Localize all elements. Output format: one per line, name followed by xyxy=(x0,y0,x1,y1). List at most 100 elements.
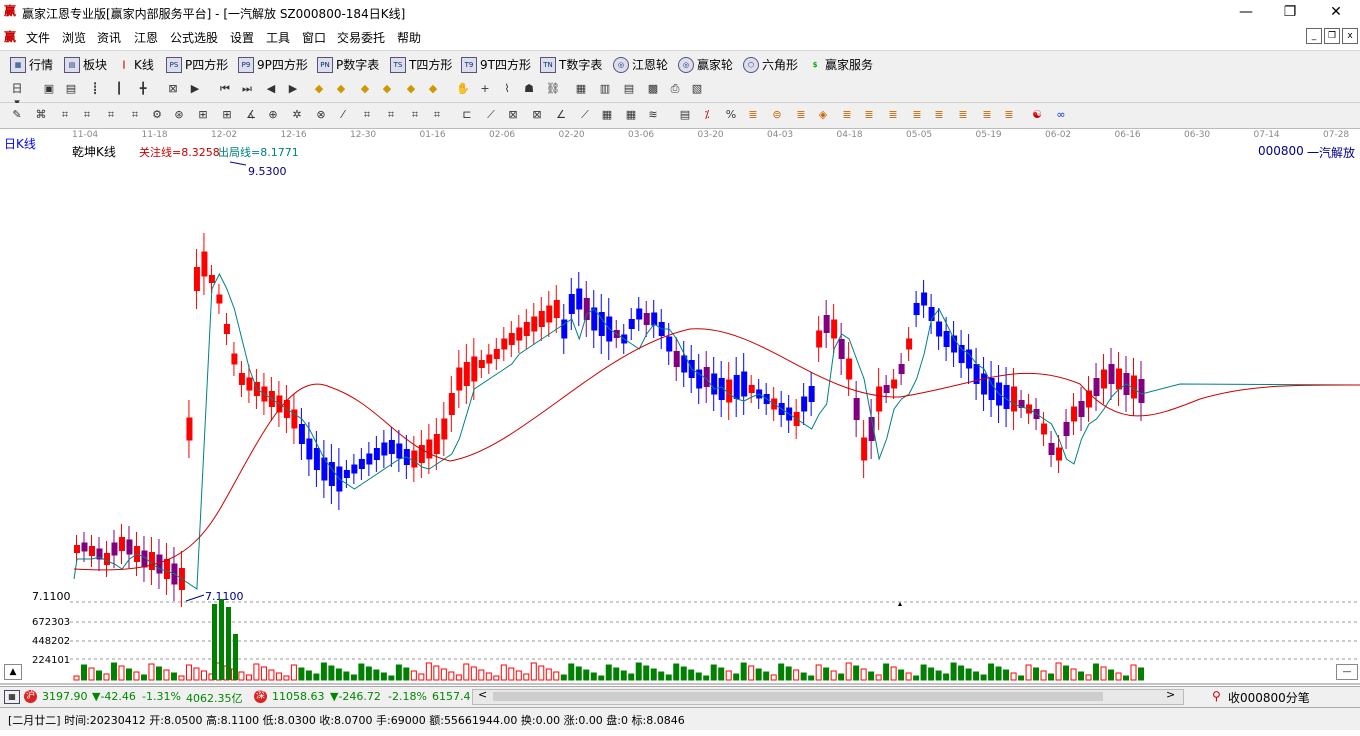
tool30-icon[interactable]: ≣ xyxy=(746,108,760,122)
diamond5-icon[interactable]: ◆ xyxy=(404,82,418,96)
tool1-icon[interactable]: ⌘ xyxy=(34,108,48,122)
kline-button[interactable]: ┃ K线 xyxy=(117,56,154,73)
tool37-icon[interactable]: ≣ xyxy=(910,108,924,122)
last-icon[interactable]: ⏭ xyxy=(240,82,254,96)
tool40-icon[interactable]: ≣ xyxy=(980,108,994,122)
tool18-icon[interactable]: ⌗ xyxy=(430,108,444,122)
taiji-icon[interactable]: ☯ xyxy=(1030,108,1044,122)
tool32-icon[interactable]: ≣ xyxy=(794,108,808,122)
print-icon[interactable]: ⎙ xyxy=(668,82,682,96)
candle1-icon[interactable]: ┋ xyxy=(88,82,102,96)
tool2-icon[interactable]: ⌗ xyxy=(58,108,72,122)
scroll-left-icon[interactable]: < xyxy=(478,688,487,701)
save-icon[interactable]: ▩ xyxy=(646,82,660,96)
tool4-icon[interactable]: ⌗ xyxy=(104,108,118,122)
first-icon[interactable]: ⏮ xyxy=(218,82,232,96)
tool20-icon[interactable]: ⟋ xyxy=(484,108,498,122)
winner-wheel-button[interactable]: ◎ 赢家轮 xyxy=(678,56,733,73)
diamond3-icon[interactable]: ◆ xyxy=(358,82,372,96)
candle3-icon[interactable]: ╋ xyxy=(136,82,150,96)
candle2-icon[interactable]: ┃ xyxy=(112,82,126,96)
diamond1-icon[interactable]: ◆ xyxy=(312,82,326,96)
tool29-icon[interactable]: ⁒ xyxy=(700,108,714,122)
tool12-icon[interactable]: ✲ xyxy=(290,108,304,122)
doc-icon[interactable]: ▤ xyxy=(64,82,78,96)
diamond4-icon[interactable]: ◆ xyxy=(380,82,394,96)
menu-settings[interactable]: 设置 xyxy=(230,29,254,46)
tool36-icon[interactable]: ≣ xyxy=(886,108,900,122)
tool13-icon[interactable]: ⊗ xyxy=(314,108,328,122)
mask-icon[interactable]: ☗ xyxy=(522,82,536,96)
tool33-icon[interactable]: ◈ xyxy=(816,108,830,122)
tool31-icon[interactable]: ⊜ xyxy=(770,108,784,122)
tool38-icon[interactable]: ≣ xyxy=(932,108,946,122)
quotes-button[interactable]: ▦ 行情 xyxy=(10,56,53,73)
calc-icon[interactable]: ▦ xyxy=(4,690,20,704)
menu-news[interactable]: 资讯 xyxy=(97,29,121,46)
calendar-icon[interactable]: ▦ xyxy=(574,82,588,96)
tool28-icon[interactable]: ▤ xyxy=(678,108,692,122)
export-icon[interactable]: ▧ xyxy=(690,82,704,96)
prev-icon[interactable]: ◀ xyxy=(264,82,278,96)
flag-icon[interactable]: ▶ xyxy=(188,82,202,96)
tool9-icon[interactable]: ⊞ xyxy=(220,108,234,122)
p-table-button[interactable]: PN P数字表 xyxy=(317,56,379,73)
tool19-icon[interactable]: ⊏ xyxy=(460,108,474,122)
menu-window[interactable]: 窗口 xyxy=(302,29,326,46)
tool8-icon[interactable]: ⊞ xyxy=(196,108,210,122)
tool23-icon[interactable]: ∠ xyxy=(554,108,568,122)
tool24-icon[interactable]: ⟋ xyxy=(578,108,592,122)
tool7-icon[interactable]: ⊛ xyxy=(172,108,186,122)
9t-square-button[interactable]: T9 9T四方形 xyxy=(461,56,531,73)
menu-browse[interactable]: 浏览 xyxy=(62,29,86,46)
scroll-right-icon[interactable]: > xyxy=(1166,688,1175,701)
kline-chart[interactable]: 11-04 11-18 12-02 12-16 12-30 01-16 02-06 02-20… xyxy=(0,129,1360,686)
menu-tools[interactable]: 工具 xyxy=(266,29,290,46)
tool3-icon[interactable]: ⌗ xyxy=(80,108,94,122)
ticks-label[interactable]: 收000800分笔 xyxy=(1228,689,1310,706)
chart-icon[interactable]: ▣ xyxy=(42,82,56,96)
close-button[interactable]: ✕ xyxy=(1316,2,1356,22)
tool16-icon[interactable]: ⌗ xyxy=(384,108,398,122)
tool39-icon[interactable]: ≣ xyxy=(956,108,970,122)
infinity-icon[interactable]: ∞ xyxy=(1054,108,1068,122)
scroll-thumb[interactable] xyxy=(493,692,1103,701)
cross-icon[interactable]: + xyxy=(478,82,492,96)
menu-formula[interactable]: 公式选股 xyxy=(170,29,218,46)
tool22-icon[interactable]: ⊠ xyxy=(530,108,544,122)
period-dropdown[interactable]: 日▾ xyxy=(10,82,24,109)
percent-icon[interactable]: % xyxy=(724,108,738,122)
mdi-minimize-button[interactable]: _ xyxy=(1306,28,1322,44)
menu-file[interactable]: 文件 xyxy=(26,29,50,46)
diamond6-icon[interactable]: ◆ xyxy=(426,82,440,96)
link-icon[interactable]: ⛓ xyxy=(546,82,560,96)
horizontal-scrollbar[interactable] xyxy=(472,689,1184,705)
table-icon[interactable]: ▤ xyxy=(622,82,636,96)
diamond2-icon[interactable]: ◆ xyxy=(334,82,348,96)
p-square-button[interactable]: PS P四方形 xyxy=(166,56,228,73)
tool6-icon[interactable]: ⚙ xyxy=(150,108,164,122)
calc-icon[interactable]: ▥ xyxy=(598,82,612,96)
maximize-button[interactable]: ❐ xyxy=(1270,2,1310,22)
next-icon[interactable]: ▶ xyxy=(286,82,300,96)
tool35-icon[interactable]: ≣ xyxy=(862,108,876,122)
expand-icon[interactable]: ▲ xyxy=(4,664,22,680)
tool11-icon[interactable]: ⊕ xyxy=(266,108,280,122)
tool10-icon[interactable]: ∡ xyxy=(244,108,258,122)
menu-help[interactable]: 帮助 xyxy=(397,29,421,46)
mdi-close-button[interactable]: x xyxy=(1342,28,1358,44)
menu-gann[interactable]: 江恩 xyxy=(134,29,158,46)
tool41-icon[interactable]: ≣ xyxy=(1002,108,1016,122)
tool17-icon[interactable]: ⌗ xyxy=(408,108,422,122)
9p-square-button[interactable]: P9 9P四方形 xyxy=(238,56,308,73)
tool26-icon[interactable]: ▦ xyxy=(624,108,638,122)
t-square-button[interactable]: TS T四方形 xyxy=(390,56,452,73)
menu-trade[interactable]: 交易委托 xyxy=(337,29,385,46)
pen-icon[interactable]: ✎ xyxy=(10,108,24,122)
hexagon-button[interactable]: ⬡ 六角形 xyxy=(743,56,798,73)
tool27-icon[interactable]: ≋ xyxy=(646,108,660,122)
switch-icon[interactable]: ⊠ xyxy=(166,82,180,96)
tool34-icon[interactable]: ≣ xyxy=(840,108,854,122)
sector-button[interactable]: ▤ 板块 xyxy=(64,56,107,73)
tool5-icon[interactable]: ⌗ xyxy=(128,108,142,122)
